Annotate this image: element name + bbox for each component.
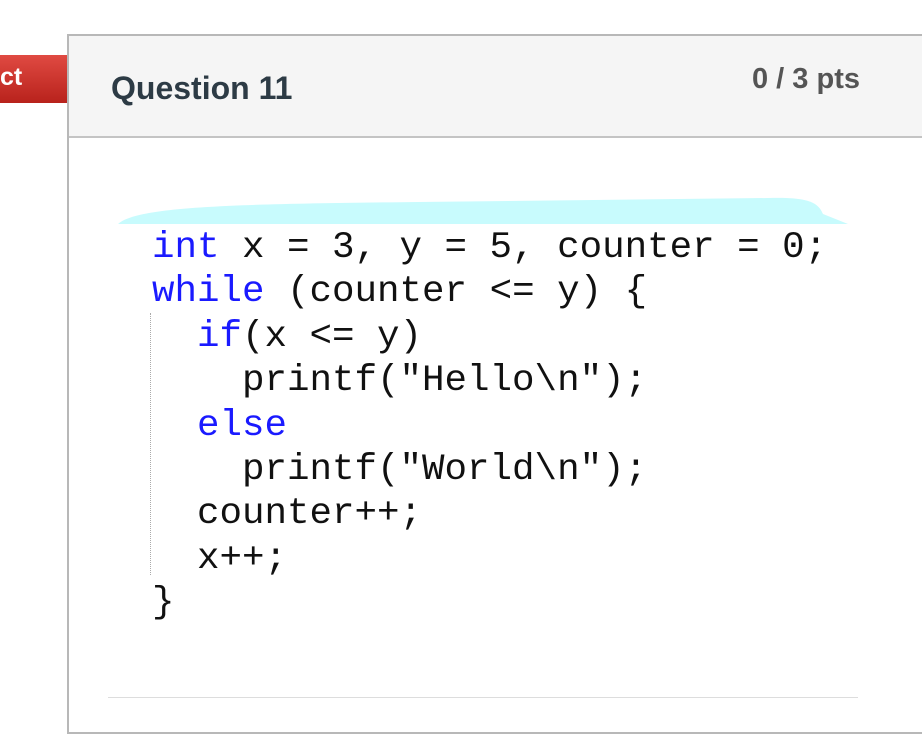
badge-label: ct: [0, 63, 23, 91]
code-line: printf("World\n");: [152, 448, 827, 492]
code-block: int x = 3, y = 5, counter = 0; while (cou…: [152, 226, 827, 626]
code-line: while (counter <= y) {: [152, 270, 827, 314]
question-points: 0 / 3 pts: [752, 63, 860, 95]
code-line: if(x <= y): [152, 315, 827, 359]
code-line: x++;: [152, 537, 827, 581]
code-keyword: int: [152, 227, 220, 269]
code-keyword: else: [152, 404, 288, 447]
code-line: else: [152, 404, 827, 448]
code-text: (counter <= y) {: [264, 271, 648, 314]
code-line: }: [152, 581, 827, 625]
code-line: printf("Hello\n");: [152, 359, 827, 403]
code-text: (x <= y): [242, 315, 423, 358]
code-text: printf("World\n");: [152, 449, 648, 492]
code-line: counter++;: [152, 492, 827, 536]
code-keyword: while: [152, 271, 265, 314]
indent-guide: [150, 313, 151, 575]
code-keyword: if: [152, 315, 243, 358]
code-line: int x = 3, y = 5, counter = 0;: [152, 226, 827, 270]
question-header: Question 11 0 / 3 pts: [69, 36, 922, 138]
code-text: counter++;: [152, 493, 423, 536]
code-text: x++;: [152, 537, 288, 580]
divider: [108, 697, 858, 698]
code-text: }: [152, 582, 175, 625]
highlight-stroke: [118, 197, 848, 224]
question-title: Question 11: [111, 70, 293, 106]
code-text: printf("Hello\n");: [152, 360, 648, 403]
code-text: x = 3, y = 5, counter = 0;: [219, 227, 828, 269]
